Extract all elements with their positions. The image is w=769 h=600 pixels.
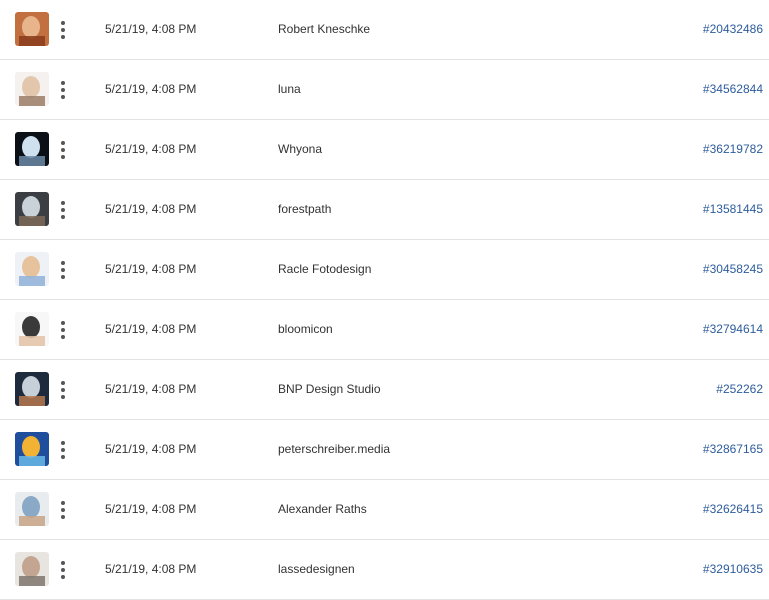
- date-label: 5/21/19, 4:08 PM: [105, 142, 197, 156]
- more-options-button[interactable]: [56, 374, 70, 406]
- more-options-button[interactable]: [56, 134, 70, 166]
- date-label: 5/21/19, 4:08 PM: [105, 262, 197, 276]
- list-item[interactable]: 5/21/19, 4:08 PM peterschreiber.media #3…: [0, 420, 769, 480]
- more-options-button[interactable]: [56, 494, 70, 526]
- list-item[interactable]: 5/21/19, 4:08 PM forestpath #13581445: [0, 180, 769, 240]
- photo-thumbnail-icon[interactable]: [15, 372, 49, 406]
- asset-id-link[interactable]: #32910635: [703, 540, 763, 599]
- photo-thumbnail-graphic: [15, 132, 49, 166]
- photo-thumbnail-graphic: [15, 192, 49, 226]
- photo-thumbnail-graphic: [15, 372, 49, 406]
- date-label: 5/21/19, 4:08 PM: [105, 322, 197, 336]
- contributor-name: bloomicon: [278, 322, 333, 336]
- contributor-name: luna: [278, 82, 301, 96]
- more-options-button[interactable]: [56, 554, 70, 586]
- photo-thumbnail-icon[interactable]: [15, 252, 49, 286]
- photo-thumbnail-icon[interactable]: [15, 492, 49, 526]
- contributor-name: Robert Kneschke: [278, 22, 371, 36]
- more-vertical-icon: [61, 81, 65, 85]
- more-vertical-icon: [61, 21, 65, 25]
- asset-id-link[interactable]: #30458245: [703, 240, 763, 299]
- asset-id-link[interactable]: #32867165: [703, 420, 763, 479]
- more-options-button[interactable]: [56, 314, 70, 346]
- photo-thumbnail-icon[interactable]: [15, 132, 49, 166]
- photo-thumbnail-graphic: [15, 312, 49, 346]
- more-vertical-icon: [61, 441, 65, 445]
- more-vertical-icon: [61, 201, 65, 205]
- contributor-name: BNP Design Studio: [278, 382, 381, 396]
- photo-thumbnail-icon[interactable]: [15, 12, 49, 46]
- contributor-name: forestpath: [278, 202, 332, 216]
- date-label: 5/21/19, 4:08 PM: [105, 82, 197, 96]
- more-vertical-icon: [61, 381, 65, 385]
- photo-thumbnail-graphic: [15, 252, 49, 286]
- contributor-name: Alexander Raths: [278, 502, 367, 516]
- asset-id-link[interactable]: #32626415: [703, 480, 763, 539]
- asset-id-link[interactable]: #32794614: [703, 300, 763, 359]
- photo-thumbnail-icon[interactable]: [15, 192, 49, 226]
- more-vertical-icon: [61, 141, 65, 145]
- asset-id-link[interactable]: #20432486: [703, 0, 763, 59]
- photo-thumbnail-graphic: [15, 432, 49, 466]
- list-item[interactable]: 5/21/19, 4:08 PM Alexander Raths #326264…: [0, 480, 769, 540]
- more-options-button[interactable]: [56, 74, 70, 106]
- more-options-button[interactable]: [56, 14, 70, 46]
- contributor-name: lassedesignen: [278, 562, 355, 576]
- photo-thumbnail-graphic: [15, 492, 49, 526]
- photo-thumbnail-icon[interactable]: [15, 72, 49, 106]
- more-vertical-icon: [61, 501, 65, 505]
- more-vertical-icon: [61, 261, 65, 265]
- more-options-button[interactable]: [56, 254, 70, 286]
- date-label: 5/21/19, 4:08 PM: [105, 562, 197, 576]
- date-label: 5/21/19, 4:08 PM: [105, 202, 197, 216]
- asset-id-link[interactable]: #13581445: [703, 180, 763, 239]
- date-label: 5/21/19, 4:08 PM: [105, 502, 197, 516]
- photo-thumbnail-icon[interactable]: [15, 432, 49, 466]
- contributor-name: Racle Fotodesign: [278, 262, 372, 276]
- more-vertical-icon: [61, 321, 65, 325]
- list-item[interactable]: 5/21/19, 4:08 PM lassedesignen #32910635: [0, 540, 769, 600]
- list-item[interactable]: 5/21/19, 4:08 PM bloomicon #32794614: [0, 300, 769, 360]
- photo-thumbnail-graphic: [15, 12, 49, 46]
- more-vertical-icon: [61, 561, 65, 565]
- asset-id-link[interactable]: #34562844: [703, 60, 763, 119]
- list-item[interactable]: 5/21/19, 4:08 PM Racle Fotodesign #30458…: [0, 240, 769, 300]
- photo-thumbnail-graphic: [15, 552, 49, 586]
- list-item[interactable]: 5/21/19, 4:08 PM Whyona #36219782: [0, 120, 769, 180]
- list-item[interactable]: 5/21/19, 4:08 PM Robert Kneschke #204324…: [0, 0, 769, 60]
- date-label: 5/21/19, 4:08 PM: [105, 442, 197, 456]
- contributor-name: peterschreiber.media: [278, 442, 391, 456]
- asset-id-link[interactable]: #252262: [716, 360, 763, 419]
- date-label: 5/21/19, 4:08 PM: [105, 22, 197, 36]
- asset-id-link[interactable]: #36219782: [703, 120, 763, 179]
- photo-thumbnail-icon[interactable]: [15, 312, 49, 346]
- photo-thumbnail-graphic: [15, 72, 49, 106]
- more-options-button[interactable]: [56, 194, 70, 226]
- photo-thumbnail-icon[interactable]: [15, 552, 49, 586]
- date-label: 5/21/19, 4:08 PM: [105, 382, 197, 396]
- list-item[interactable]: 5/21/19, 4:08 PM BNP Design Studio #2522…: [0, 360, 769, 420]
- list-item[interactable]: 5/21/19, 4:08 PM luna #34562844: [0, 60, 769, 120]
- contributor-name: Whyona: [278, 142, 323, 156]
- more-options-button[interactable]: [56, 434, 70, 466]
- asset-history-list: 5/21/19, 4:08 PM Robert Kneschke #204324…: [0, 0, 769, 600]
